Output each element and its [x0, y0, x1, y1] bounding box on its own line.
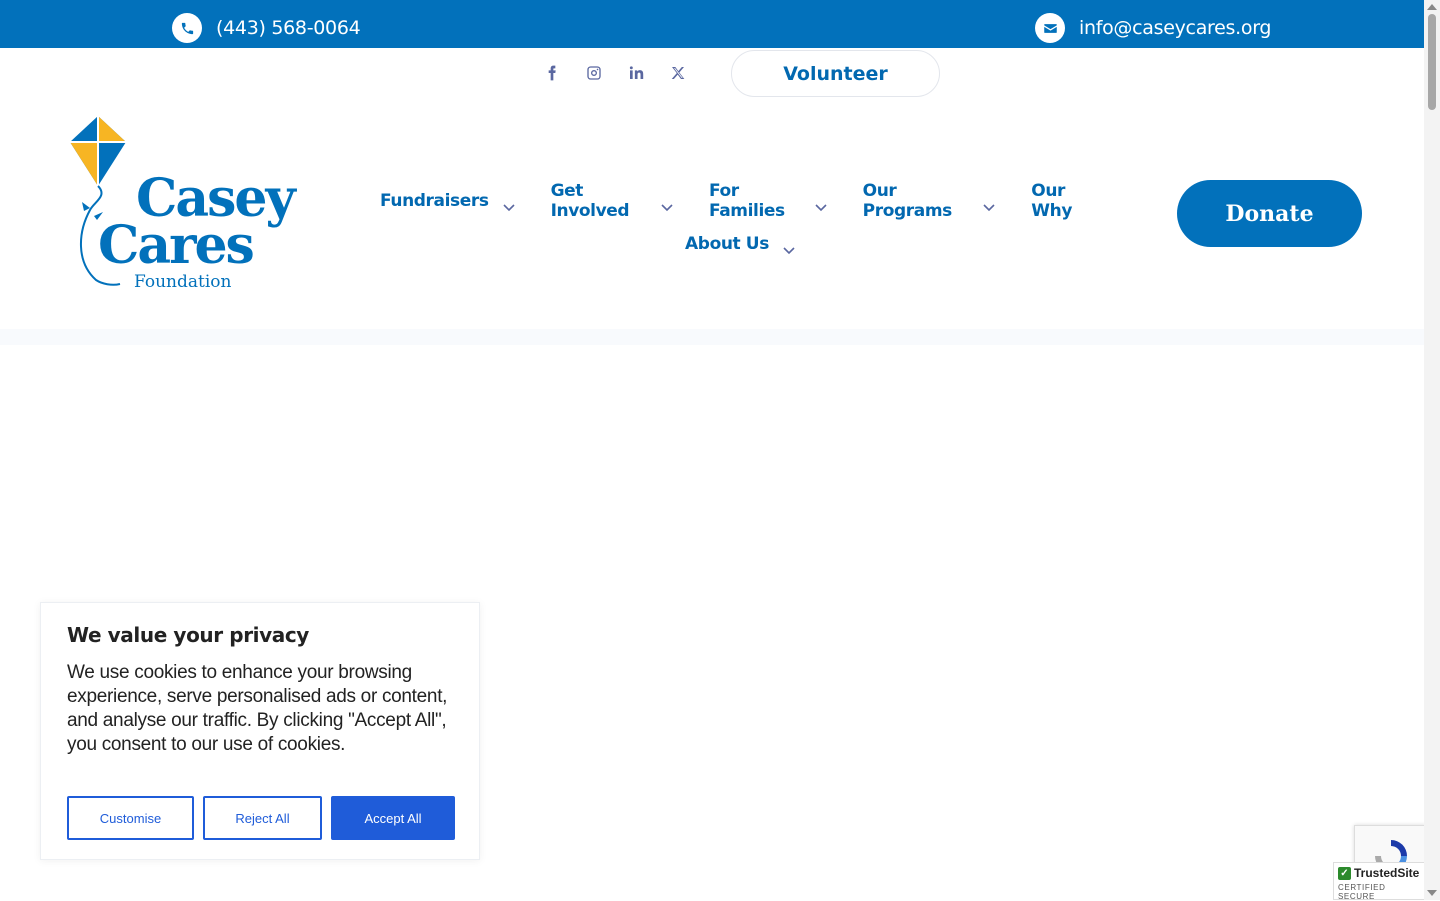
nav-item-get-involved[interactable]: Get Involved	[551, 181, 673, 221]
facebook-icon[interactable]	[543, 62, 561, 84]
nav-item-label: Our Why	[1031, 181, 1073, 221]
cookie-consent-banner: We value your privacy We use cookies to …	[40, 602, 480, 860]
main-navigation: Fundraisers Get Involved For Families Ou…	[380, 181, 1100, 259]
envelope-icon	[1035, 13, 1065, 43]
scroll-up-arrow-icon[interactable]	[1427, 4, 1437, 10]
email-address[interactable]: info@caseycares.org	[1079, 17, 1271, 39]
nav-item-for-families[interactable]: For Families	[709, 181, 827, 221]
customise-button[interactable]: Customise	[67, 796, 194, 840]
chevron-down-icon[interactable]	[783, 240, 795, 255]
trustedsite-subtitle: CERTIFIED SECURE	[1338, 883, 1386, 901]
x-icon[interactable]	[669, 62, 687, 84]
phone-icon	[172, 13, 202, 43]
chevron-down-icon[interactable]	[503, 197, 515, 212]
linkedin-icon[interactable]	[627, 62, 645, 84]
casey-cares-logo[interactable]: Casey Cares Foundation	[68, 112, 298, 297]
cookie-buttons: Customise Reject All Accept All	[67, 796, 455, 840]
nav-item-fundraisers[interactable]: Fundraisers	[380, 191, 515, 212]
instagram-icon[interactable]	[585, 62, 603, 84]
nav-item-label: Fundraisers	[380, 191, 489, 211]
donate-button[interactable]: Donate	[1177, 180, 1362, 247]
nav-item-label: Our Programs	[862, 181, 953, 221]
nav-item-label: For Families	[708, 181, 785, 221]
chevron-down-icon[interactable]	[661, 197, 673, 212]
header-divider	[0, 329, 1424, 345]
chevron-down-icon[interactable]	[815, 197, 827, 212]
phone-number[interactable]: (443) 568-0064	[216, 17, 361, 39]
scroll-down-arrow-icon[interactable]	[1427, 890, 1437, 896]
check-icon: ✓	[1338, 866, 1351, 880]
scrollbar-thumb[interactable]	[1428, 14, 1436, 110]
cookie-title: We value your privacy	[67, 623, 309, 647]
trustedsite-title: TrustedSite	[1354, 866, 1420, 880]
nav-item-our-programs[interactable]: Our Programs	[863, 181, 996, 221]
social-links	[543, 62, 687, 84]
email-link[interactable]: info@caseycares.org	[1035, 13, 1271, 43]
phone-link[interactable]: (443) 568-0064	[172, 13, 361, 43]
nav-item-label: About Us	[685, 234, 769, 254]
logo-word-foundation: Foundation	[134, 272, 232, 292]
logo-word-cares: Cares	[98, 215, 255, 276]
nav-item-about-us[interactable]: About Us	[685, 234, 795, 255]
accept-all-button[interactable]: Accept All	[331, 796, 455, 840]
chevron-down-icon[interactable]	[983, 197, 995, 212]
nav-item-our-why[interactable]: Our Why	[1031, 181, 1100, 221]
trustedsite-badge[interactable]: ✓ TrustedSite CERTIFIED SECURE	[1333, 862, 1425, 901]
volunteer-button[interactable]: Volunteer	[731, 50, 940, 97]
top-contact-bar: (443) 568-0064 info@caseycares.org	[0, 0, 1424, 48]
reject-all-button[interactable]: Reject All	[203, 796, 322, 840]
cookie-body: We use cookies to enhance your browsing …	[67, 662, 448, 755]
page-scrollbar[interactable]	[1424, 0, 1440, 900]
nav-item-label: Get Involved	[550, 181, 630, 221]
